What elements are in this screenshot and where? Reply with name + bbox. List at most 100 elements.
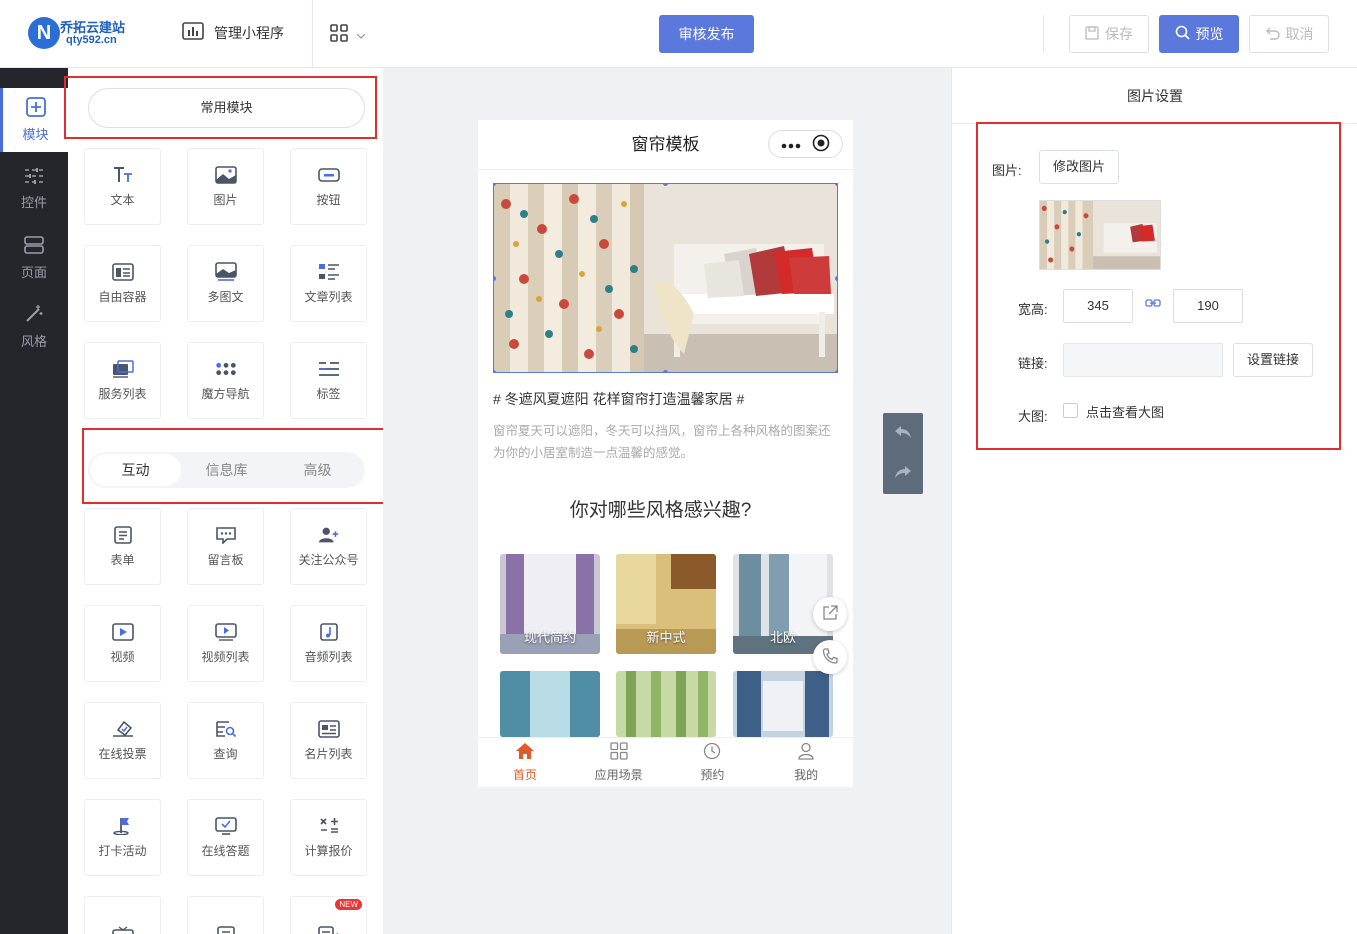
undo-arrow-icon	[894, 425, 912, 442]
form-icon	[112, 525, 134, 545]
category-label: 新中式	[646, 630, 686, 645]
manage-miniprogram-button[interactable]: 管理小程序	[182, 22, 284, 43]
module-quiz[interactable]: 在线答题	[187, 799, 264, 876]
service-list-icon	[112, 359, 134, 379]
document-video-icon	[317, 925, 340, 934]
button-icon	[317, 165, 340, 185]
nav-item-modules[interactable]: 模块	[0, 88, 68, 152]
nav-label: 控件	[20, 195, 47, 210]
sliders-icon	[24, 167, 44, 188]
tab-label: 预约	[700, 768, 725, 782]
module-cube-nav[interactable]: 魔方导航	[187, 342, 264, 419]
module-new-feature[interactable]: NEW	[290, 896, 367, 934]
module-label: 计算报价	[304, 844, 353, 858]
category-item[interactable]	[616, 671, 716, 737]
module-label: 表单	[110, 553, 135, 567]
vote-icon	[112, 719, 134, 739]
module-article-list[interactable]: 文章列表	[290, 245, 367, 322]
module-message-board[interactable]: 留言板	[187, 508, 264, 585]
logo[interactable]: N 乔拓云建站 qty592.cn	[28, 15, 138, 53]
redo-button[interactable]	[883, 453, 923, 493]
redo-arrow-icon	[894, 465, 912, 482]
new-badge: NEW	[335, 899, 362, 910]
resize-handle[interactable]	[663, 370, 668, 372]
cancel-button[interactable]: 取消	[1249, 15, 1329, 53]
miniprogram-capsule[interactable]	[768, 130, 843, 158]
undo-icon	[1265, 26, 1280, 43]
phone-preview: 窗帘模板 # 冬遮风夏遮阳 花样窗帘打造温馨家居 # 窗帘夏天可以遮阳，冬天可以…	[478, 120, 853, 787]
home-icon	[515, 742, 535, 763]
follow-icon	[318, 525, 340, 545]
category-new-chinese[interactable]: 新中式	[616, 554, 716, 654]
save-button[interactable]: 保存	[1069, 15, 1149, 53]
nav-label: 模块	[22, 127, 49, 142]
editor-canvas: 窗帘模板 # 冬遮风夏遮阳 花样窗帘打造温馨家居 # 窗帘夏天可以遮阳，冬天可以…	[383, 68, 951, 934]
text-icon	[112, 165, 134, 185]
module-label: 在线答题	[201, 844, 250, 858]
module-follow-account[interactable]: 关注公众号	[290, 508, 367, 585]
module-video[interactable]: 视频	[84, 605, 161, 682]
module-image[interactable]: 图片	[187, 148, 264, 225]
video-icon	[111, 622, 134, 642]
category-label: 现代简约	[523, 630, 576, 645]
search-icon	[1175, 25, 1190, 43]
resize-handle[interactable]	[494, 370, 496, 372]
module-query[interactable]: 查询	[187, 702, 264, 779]
divider	[312, 0, 313, 68]
selected-banner-image[interactable]	[493, 183, 838, 373]
clock-icon	[703, 742, 721, 763]
more-icon[interactable]	[781, 137, 801, 152]
resize-handle[interactable]	[835, 276, 837, 281]
module-form[interactable]: 表单	[84, 508, 161, 585]
audio-list-icon	[318, 622, 340, 642]
card-list-icon	[317, 719, 340, 739]
module-button[interactable]: 按钮	[290, 148, 367, 225]
nav-item-style[interactable]: 风格	[0, 295, 68, 359]
module-label: 留言板	[207, 553, 244, 567]
chart-icon	[182, 22, 204, 43]
module-card-list[interactable]: 名片列表	[290, 702, 367, 779]
tab-home[interactable]: 首页	[478, 738, 572, 787]
share-button[interactable]	[813, 597, 847, 631]
module-multi-image[interactable]: 多图文	[187, 245, 264, 322]
publish-button[interactable]: 审核发布	[659, 15, 754, 53]
pages-icon	[24, 235, 44, 258]
app-switcher-dropdown[interactable]	[330, 24, 366, 45]
module-label: 文本	[110, 193, 135, 207]
tab-scenes[interactable]: 应用场景	[572, 738, 666, 787]
module-label: 关注公众号	[298, 553, 359, 567]
module-label: 标签	[316, 387, 341, 401]
undo-button[interactable]	[883, 413, 923, 453]
tab-label: 应用场景	[594, 768, 643, 782]
preview-button[interactable]: 预览	[1159, 15, 1239, 53]
tab-mine[interactable]: 我的	[759, 738, 853, 787]
module-tag[interactable]: 标签	[290, 342, 367, 419]
nav-item-pages[interactable]: 页面	[0, 226, 68, 290]
resize-handle[interactable]	[835, 370, 837, 372]
chevron-down-icon	[356, 27, 366, 42]
module-container[interactable]: 自由容器	[84, 245, 161, 322]
module-service-list[interactable]: 服务列表	[84, 342, 161, 419]
history-controls	[883, 413, 923, 494]
close-target-icon[interactable]	[812, 134, 830, 155]
article-description: 窗帘夏天可以遮阳，冬天可以挡风，窗帘上各种风格的图案还为你的小居室制造一点温馨的…	[493, 424, 831, 460]
module-calculator[interactable]: 计算报价	[290, 799, 367, 876]
module-text[interactable]: 文本	[84, 148, 161, 225]
module-list[interactable]	[187, 896, 264, 934]
module-audio-list[interactable]: 音频列表	[290, 605, 367, 682]
resize-handle[interactable]	[835, 184, 837, 186]
category-item[interactable]	[500, 671, 600, 737]
module-tv[interactable]	[84, 896, 161, 934]
nav-item-controls[interactable]: 控件	[0, 157, 68, 221]
module-checkin[interactable]: 打卡活动	[84, 799, 161, 876]
category-modern[interactable]: 现代简约	[500, 554, 600, 654]
module-vote[interactable]: 在线投票	[84, 702, 161, 779]
phone-call-button[interactable]	[813, 640, 847, 674]
category-photo	[733, 671, 833, 737]
logo-domain: qty592.cn	[66, 34, 117, 46]
top-bar: N 乔拓云建站 qty592.cn 管理小程序 审核发布 保存 预览 取消	[0, 0, 1357, 68]
phone-tabbar: 首页 应用场景 预约 我的	[478, 737, 853, 787]
category-item[interactable]	[733, 671, 833, 737]
tab-booking[interactable]: 预约	[666, 738, 760, 787]
module-video-list[interactable]: 视频列表	[187, 605, 264, 682]
